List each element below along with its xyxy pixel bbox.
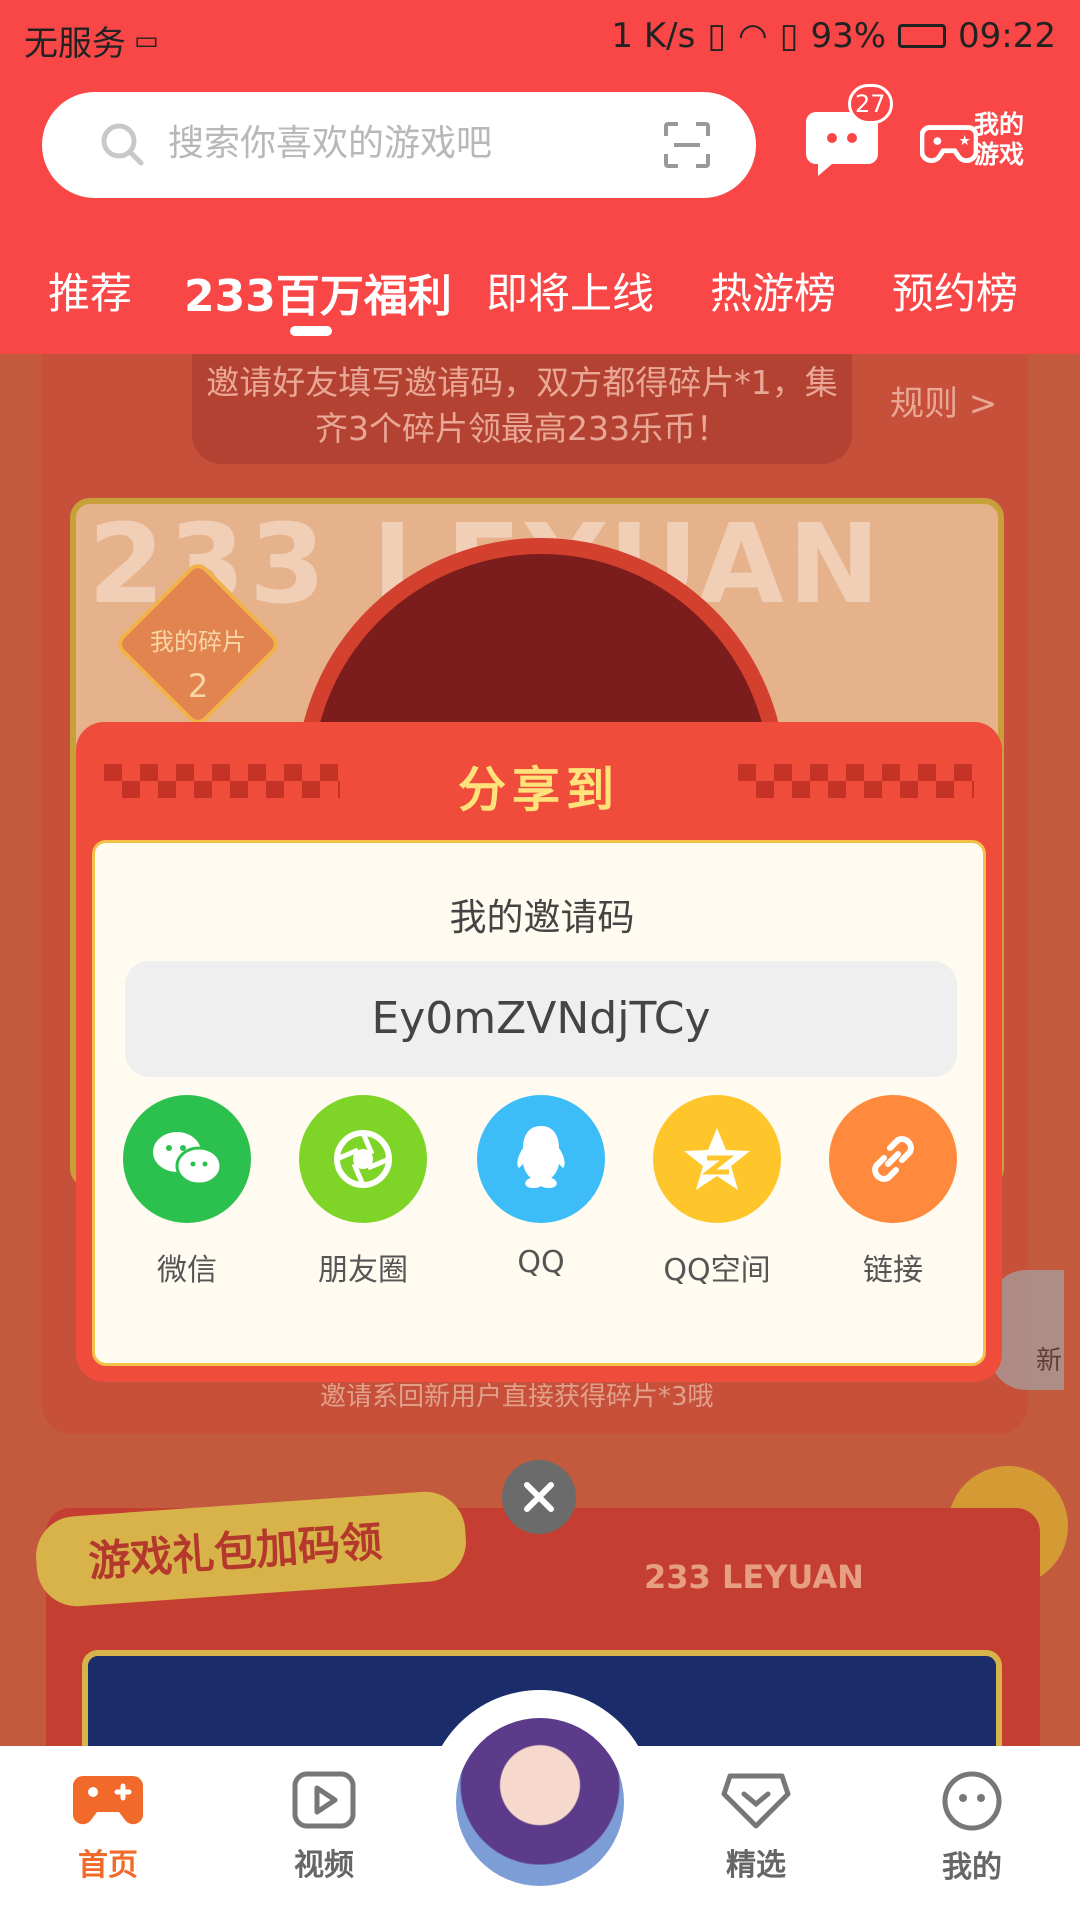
tab-recommend[interactable]: 推荐 [48, 260, 132, 321]
nav-profile[interactable]: 我的 [912, 1770, 1032, 1886]
rule-banner: 邀请好友填写邀请码，双方都得碎片*1，集齐3个碎片领最高233乐币！ [192, 354, 852, 464]
featured-heart-icon [721, 1773, 791, 1829]
my-fragments-label: 我的碎片 [150, 628, 246, 656]
svg-text:★: ★ [959, 133, 971, 149]
qzone-icon [653, 1095, 781, 1223]
carrier-text: 无服务 [24, 24, 126, 64]
nav-video[interactable]: 视频 [264, 1770, 384, 1884]
tab-hot-games[interactable]: 热游榜 [710, 260, 836, 321]
dialog-body: 我的邀请码 Ey0mZVNdjTCy 微信 朋友圈 QQ QQ空间 链接 [92, 840, 986, 1366]
share-label-wechat: 微信 [157, 1253, 217, 1288]
tab-coming-soon[interactable]: 即将上线 [486, 260, 654, 321]
status-bar: 无服务 ▭ 1 K/s ▯ ◠ ▯ 93% 09:22 [0, 0, 1080, 76]
gamepad-icon: ★ [920, 125, 978, 163]
dialog-title: 分享到 [457, 762, 620, 818]
invite-code-field[interactable]: Ey0mZVNdjTCy [125, 961, 957, 1077]
nav-home[interactable]: 首页 [48, 1770, 168, 1884]
my-games-button[interactable]: ★ 我的游戏 [920, 108, 1044, 180]
wechat-icon [123, 1095, 251, 1223]
qq-icon [477, 1095, 605, 1223]
avatar[interactable] [456, 1718, 624, 1886]
clock: 09:22 [958, 16, 1056, 56]
share-label-link: 链接 [863, 1253, 923, 1288]
share-label-qzone: QQ空间 [663, 1253, 771, 1288]
moments-icon [299, 1095, 427, 1223]
tab-reservation[interactable]: 预约榜 [892, 260, 1018, 321]
share-label-moments: 朋友圈 [318, 1253, 408, 1288]
my-fragments: 我的碎片 2 [128, 620, 268, 708]
tab-indicator [290, 326, 332, 336]
wifi-icon: ◠ [738, 16, 768, 56]
sim-icon: ▯ [779, 16, 799, 56]
scan-icon[interactable] [662, 120, 712, 170]
share-label-qq: QQ [517, 1245, 565, 1280]
nav-featured[interactable]: 精选 [696, 1770, 816, 1884]
tab-233-welfare[interactable]: 233百万福利 [184, 260, 452, 324]
home-gamepad-icon [73, 1776, 143, 1825]
rule-link[interactable]: 规则 > [890, 376, 997, 425]
share-link-button[interactable]: 链接 [823, 1095, 963, 1289]
search-bar[interactable]: 搜索你喜欢的游戏吧 [42, 92, 756, 198]
share-wechat-button[interactable]: 微信 [117, 1095, 257, 1289]
vibrate-icon: ▯ [707, 16, 727, 56]
nav-label-video: 视频 [294, 1848, 354, 1883]
top-header: 无服务 ▭ 1 K/s ▯ ◠ ▯ 93% 09:22 搜索你喜欢的游戏吧 27 [0, 0, 1080, 354]
leyuan-tag: 233 LEYUAN [644, 1558, 864, 1596]
search-placeholder: 搜索你喜欢的游戏吧 [168, 123, 493, 164]
net-speed: 1 K/s [611, 16, 696, 56]
my-games-label: 我的游戏 [974, 110, 1025, 169]
nav-label-home: 首页 [78, 1848, 138, 1883]
close-icon [524, 1482, 554, 1512]
category-tabs: 推荐 233百万福利 即将上线 热游榜 预约榜 [0, 250, 1080, 350]
battery-percent: 93% [810, 16, 887, 56]
message-count-badge: 27 [848, 84, 893, 124]
close-dialog-button[interactable] [502, 1460, 576, 1534]
my-fragments-count: 2 [187, 667, 209, 705]
invite-code-label: 我的邀请码 [449, 896, 635, 939]
profile-face-icon [942, 1771, 1002, 1831]
nav-label-featured: 精选 [726, 1848, 786, 1883]
clipboard-icon: ▭ [134, 25, 159, 56]
search-icon [101, 123, 144, 166]
nav-label-profile: 我的 [942, 1850, 1002, 1885]
share-dialog: 分享到 我的邀请码 Ey0mZVNdjTCy 微信 朋友圈 QQ QQ空间 链接 [76, 722, 1002, 1382]
share-moments-button[interactable]: 朋友圈 [293, 1095, 433, 1289]
share-qzone-button[interactable]: QQ空间 [647, 1095, 787, 1289]
battery-icon [898, 24, 947, 48]
link-icon [829, 1095, 957, 1223]
video-icon [292, 1771, 356, 1829]
share-qq-button[interactable]: QQ [471, 1095, 611, 1280]
